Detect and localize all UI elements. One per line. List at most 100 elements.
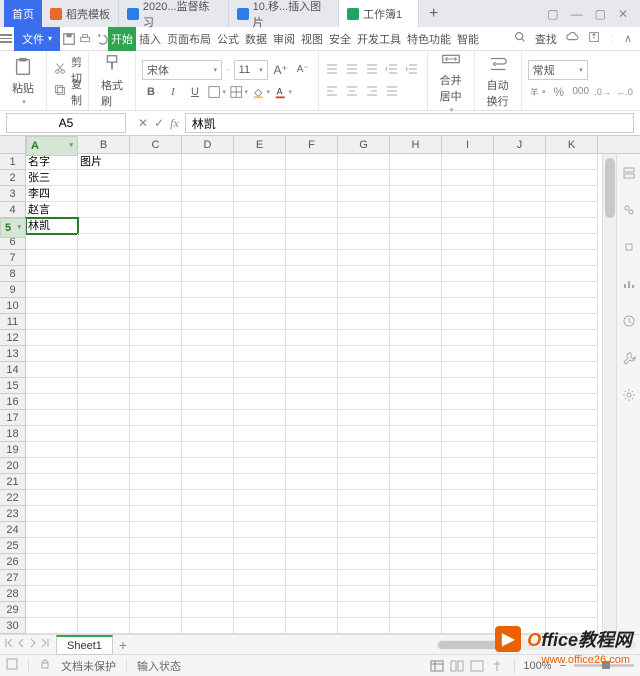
cell-G12[interactable] <box>338 330 390 346</box>
cell-H29[interactable] <box>390 602 442 618</box>
scrollbar-vertical[interactable] <box>602 154 616 634</box>
formula-input[interactable]: 林凯 <box>185 113 634 133</box>
cell-D20[interactable] <box>182 458 234 474</box>
cell-E24[interactable] <box>234 522 286 538</box>
cell-A13[interactable] <box>26 346 78 362</box>
cell-K6[interactable] <box>546 234 598 250</box>
cell-D19[interactable] <box>182 442 234 458</box>
cell-D9[interactable] <box>182 282 234 298</box>
cell-A12[interactable] <box>26 330 78 346</box>
cell-C19[interactable] <box>130 442 182 458</box>
cell-B13[interactable] <box>78 346 130 362</box>
cell-D22[interactable] <box>182 490 234 506</box>
cell-H16[interactable] <box>390 394 442 410</box>
cell-H26[interactable] <box>390 554 442 570</box>
cell-A20[interactable] <box>26 458 78 474</box>
cell-H7[interactable] <box>390 250 442 266</box>
cell-J26[interactable] <box>494 554 546 570</box>
cell-G27[interactable] <box>338 570 390 586</box>
add-sheet-button[interactable]: + <box>119 637 127 653</box>
cell-I24[interactable] <box>442 522 494 538</box>
cell-B10[interactable] <box>78 298 130 314</box>
cell-F15[interactable] <box>286 378 338 394</box>
cell-J6[interactable] <box>494 234 546 250</box>
cell-D23[interactable] <box>182 506 234 522</box>
cell-D11[interactable] <box>182 314 234 330</box>
cell-K11[interactable] <box>546 314 598 330</box>
percent-icon[interactable]: % <box>550 83 568 101</box>
cell-E11[interactable] <box>234 314 286 330</box>
cell-J7[interactable] <box>494 250 546 266</box>
cell-H4[interactable] <box>390 202 442 218</box>
cell-I12[interactable] <box>442 330 494 346</box>
cell-E7[interactable] <box>234 250 286 266</box>
row-header-13[interactable]: 13 <box>0 346 26 362</box>
cell-G30[interactable] <box>338 618 390 634</box>
tab-workbook1[interactable]: 工作簿1 <box>339 0 419 27</box>
copy-icon[interactable] <box>53 83 67 100</box>
cut-icon[interactable] <box>53 61 67 78</box>
cell-H10[interactable] <box>390 298 442 314</box>
view-normal-icon[interactable] <box>428 658 446 674</box>
cell-E25[interactable] <box>234 538 286 554</box>
column-header-C[interactable]: C <box>130 136 182 153</box>
bold-button[interactable]: B <box>142 83 160 101</box>
cell-H25[interactable] <box>390 538 442 554</box>
status-menu-icon[interactable] <box>6 658 18 673</box>
cell-E28[interactable] <box>234 586 286 602</box>
cell-J28[interactable] <box>494 586 546 602</box>
cell-J4[interactable] <box>494 202 546 218</box>
cell-G24[interactable] <box>338 522 390 538</box>
side-tool-icon[interactable] <box>622 351 636 370</box>
cell-G25[interactable] <box>338 538 390 554</box>
cell-K3[interactable] <box>546 186 598 202</box>
cell-G8[interactable] <box>338 266 390 282</box>
cell-J13[interactable] <box>494 346 546 362</box>
cell-A11[interactable] <box>26 314 78 330</box>
add-tab-button[interactable]: + <box>419 5 448 23</box>
cell-E4[interactable] <box>234 202 286 218</box>
cell-D27[interactable] <box>182 570 234 586</box>
cell-B20[interactable] <box>78 458 130 474</box>
cell-I1[interactable] <box>442 154 494 170</box>
cell-F3[interactable] <box>286 186 338 202</box>
cell-D18[interactable] <box>182 426 234 442</box>
cell-F12[interactable] <box>286 330 338 346</box>
cell-F21[interactable] <box>286 474 338 490</box>
cell-B6[interactable] <box>78 234 130 250</box>
cell-D8[interactable] <box>182 266 234 282</box>
row-header-25[interactable]: 25 <box>0 538 26 554</box>
cell-K28[interactable] <box>546 586 598 602</box>
cell-G1[interactable] <box>338 154 390 170</box>
cell-E22[interactable] <box>234 490 286 506</box>
row-header-26[interactable]: 26 <box>0 554 26 570</box>
cell-K17[interactable] <box>546 410 598 426</box>
cell-G18[interactable] <box>338 426 390 442</box>
side-settings-icon[interactable] <box>622 388 636 407</box>
cell-H14[interactable] <box>390 362 442 378</box>
row-header-19[interactable]: 19 <box>0 442 26 458</box>
indent-dec-icon[interactable] <box>385 63 401 77</box>
cell-D4[interactable] <box>182 202 234 218</box>
cell-B7[interactable] <box>78 250 130 266</box>
column-header-B[interactable]: B <box>78 136 130 153</box>
cell-B2[interactable] <box>78 170 130 186</box>
cell-J22[interactable] <box>494 490 546 506</box>
cell-F29[interactable] <box>286 602 338 618</box>
cell-B15[interactable] <box>78 378 130 394</box>
font-select[interactable]: 宋体 <box>142 60 222 80</box>
cell-C24[interactable] <box>130 522 182 538</box>
tab-doc-2020[interactable]: 2020...监督练习 <box>119 0 229 27</box>
cell-C20[interactable] <box>130 458 182 474</box>
align-top-icon[interactable] <box>325 63 341 77</box>
cell-C10[interactable] <box>130 298 182 314</box>
cell-I17[interactable] <box>442 410 494 426</box>
cell-C21[interactable] <box>130 474 182 490</box>
cell-C23[interactable] <box>130 506 182 522</box>
row-header-14[interactable]: 14 <box>0 362 26 378</box>
cell-E1[interactable] <box>234 154 286 170</box>
cell-E9[interactable] <box>234 282 286 298</box>
sheet-nav-next-icon[interactable] <box>28 638 38 651</box>
cell-H15[interactable] <box>390 378 442 394</box>
cell-B9[interactable] <box>78 282 130 298</box>
